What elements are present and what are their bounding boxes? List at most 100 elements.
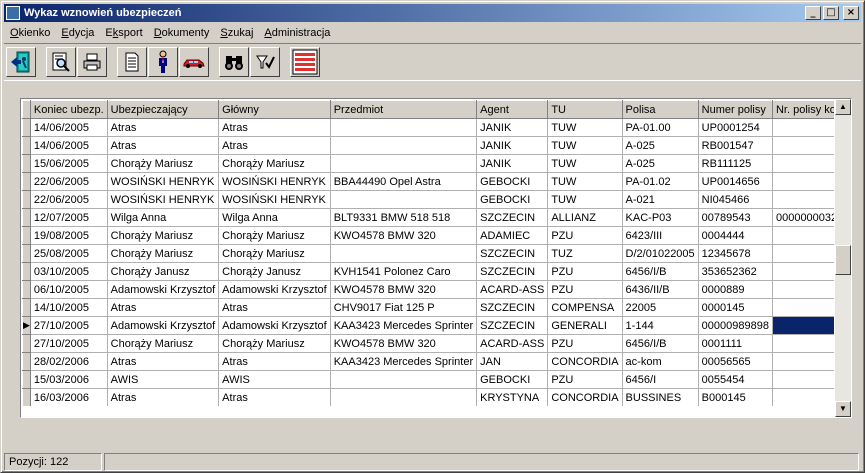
row-indicator[interactable]	[22, 136, 31, 155]
table-cell[interactable]: 16/03/2006	[30, 388, 108, 406]
table-cell[interactable]: Atras	[218, 298, 331, 317]
table-cell[interactable]: KAA3423 Mercedes Sprinter	[330, 352, 478, 371]
table-cell[interactable]	[772, 370, 834, 389]
person-button[interactable]	[148, 47, 178, 77]
column-header[interactable]: Przedmiot	[329, 100, 478, 119]
table-cell[interactable]: 6436/II/B	[622, 280, 699, 299]
table-cell[interactable]: UP0001254	[698, 118, 773, 137]
table-cell[interactable]: CHV9017 Fiat 125 P	[330, 298, 478, 317]
table-cell[interactable]: PZU	[547, 226, 623, 245]
row-indicator[interactable]	[22, 154, 31, 173]
table-cell[interactable]: ADAMIEC	[476, 226, 549, 245]
table-cell[interactable]: 00789543	[698, 208, 773, 227]
table-cell[interactable]: 6456/I/B	[622, 334, 699, 353]
row-indicator[interactable]	[22, 190, 31, 209]
column-header[interactable]: Ubezpieczający	[106, 100, 220, 119]
row-indicator[interactable]	[22, 118, 31, 137]
search-button[interactable]	[219, 47, 249, 77]
table-cell[interactable]: JAN	[476, 352, 549, 371]
table-cell[interactable]: Chorąży Mariusz	[218, 334, 331, 353]
table-cell[interactable]: 6456/I	[622, 370, 699, 389]
menu-item-5[interactable]: Administracja	[258, 27, 335, 39]
table-cell[interactable]: COMPENSA	[547, 298, 623, 317]
table-cell[interactable]: Atras	[107, 388, 220, 406]
data-table[interactable]: Koniec ubezp. Ubezpieczający Główny Przedmi…	[22, 100, 834, 406]
table-cell[interactable]: ALLIANZ	[547, 208, 623, 227]
row-indicator[interactable]	[22, 244, 31, 263]
table-cell[interactable]: TUW	[547, 118, 623, 137]
table-cell[interactable]	[772, 244, 834, 263]
column-header[interactable]: Polisa	[621, 100, 699, 119]
column-header[interactable]: Koniec ubezp.	[29, 100, 108, 119]
table-cell[interactable]: 00000989898	[698, 316, 773, 335]
table-cell[interactable]: SZCZECIN	[476, 244, 549, 263]
table-row[interactable]: 25/08/2005 Chorąży Mariusz Chorąży Mariusz…	[22, 244, 834, 263]
table-cell[interactable]: 03/10/2005	[30, 262, 108, 281]
table-cell[interactable]: WOSIŃSKI HENRYK	[107, 172, 220, 191]
table-cell[interactable]	[772, 298, 834, 317]
table-cell[interactable]: GEBOCKI	[476, 172, 549, 191]
table-cell[interactable]: TUW	[547, 172, 623, 191]
table-cell[interactable]: JANIK	[476, 118, 549, 137]
table-cell[interactable]: 12345678	[698, 244, 773, 263]
table-cell[interactable]: 25/08/2005	[30, 244, 108, 263]
table-cell[interactable]: JANIK	[476, 136, 549, 155]
car-button[interactable]	[179, 47, 209, 77]
table-cell[interactable]: 15/06/2005	[30, 154, 108, 173]
table-row[interactable]: 27/10/2005 Chorąży Mariusz Chorąży Mariusz…	[22, 334, 834, 353]
row-indicator[interactable]	[22, 226, 31, 245]
table-cell[interactable]: UP0014656	[698, 172, 773, 191]
table-row[interactable]: 22/06/2005 WOSIŃSKI HENRYK WOSIŃSKI HENRYK…	[22, 190, 834, 209]
table-cell[interactable]: Chorąży Janusz	[218, 262, 331, 281]
table-cell[interactable]: SZCZECIN	[476, 208, 549, 227]
table-cell[interactable]	[772, 352, 834, 371]
table-cell[interactable]: Wilga Anna	[107, 208, 220, 227]
table-cell[interactable]	[772, 262, 834, 281]
table-row[interactable]: 14/06/2005 Atras Atras JANIK TUW PA-01.00 UP00…	[22, 118, 834, 137]
column-header[interactable]: Nr. polisy kont.	[771, 100, 834, 119]
table-cell[interactable]: SZCZECIN	[476, 298, 549, 317]
maximize-button[interactable]: □	[823, 6, 839, 20]
table-cell[interactable]: KAA3423 Mercedes Sprinter	[330, 316, 478, 335]
table-cell[interactable]: 00000000322	[772, 208, 834, 227]
table-row[interactable]: 14/10/2005 Atras Atras CHV9017 Fiat 125 P SZ…	[22, 298, 834, 317]
table-cell[interactable]: 6456/I/B	[622, 262, 699, 281]
table-cell[interactable]: PZU	[547, 370, 623, 389]
table-cell[interactable]: KAC-P03	[622, 208, 699, 227]
table-cell[interactable]: Atras	[218, 352, 331, 371]
table-cell[interactable]: A-025	[622, 136, 699, 155]
table-row[interactable]: 14/06/2005 Atras Atras JANIK TUW A-025 RB00154…	[22, 136, 834, 155]
table-cell[interactable]: PA-01.00	[622, 118, 699, 137]
menu-item-1[interactable]: Edycja	[55, 27, 99, 39]
app-icon[interactable]	[6, 6, 20, 20]
table-cell[interactable]: 06/10/2005	[30, 280, 108, 299]
table-cell[interactable]: 15/03/2006	[30, 370, 108, 389]
table-cell[interactable]: RB111125	[698, 154, 773, 173]
table-cell[interactable]: TUW	[547, 136, 623, 155]
table-row[interactable]: 15/06/2005 Chorąży Mariusz Chorąży Mariusz…	[22, 154, 834, 173]
document-button[interactable]	[117, 47, 147, 77]
table-cell[interactable]	[772, 154, 834, 173]
table-cell[interactable]: ACARD-ASS	[476, 334, 549, 353]
table-cell[interactable]: 14/06/2005	[30, 136, 108, 155]
table-cell[interactable]: Chorąży Mariusz	[218, 226, 331, 245]
table-cell[interactable]: Chorąży Mariusz	[107, 154, 220, 173]
table-cell[interactable]: ac-kom	[622, 352, 699, 371]
title-bar[interactable]: Wykaz wznowień ubezpieczeń _ □ ×	[4, 4, 861, 22]
table-cell[interactable]: GEBOCKI	[476, 190, 549, 209]
table-cell[interactable]: AWIS	[107, 370, 220, 389]
table-cell[interactable]: 0001111	[698, 334, 773, 353]
table-cell[interactable]: ACARD-ASS	[476, 280, 549, 299]
minimize-button[interactable]: _	[805, 6, 821, 20]
scroll-thumb[interactable]	[835, 245, 851, 275]
table-cell[interactable]: GENERALI	[547, 316, 623, 335]
table-cell[interactable]: Atras	[218, 136, 331, 155]
table-cell[interactable]: BBA44490 Opel Astra	[330, 172, 478, 191]
row-indicator[interactable]	[22, 298, 31, 317]
table-cell[interactable]: SZCZECIN	[476, 316, 549, 335]
table-cell[interactable]: Atras	[218, 388, 331, 406]
print-button[interactable]	[77, 47, 107, 77]
table-cell[interactable]: 28/02/2006	[30, 352, 108, 371]
table-cell[interactable]: KVH1541 Polonez Caro	[330, 262, 478, 281]
table-cell[interactable]: 0055454	[698, 370, 773, 389]
